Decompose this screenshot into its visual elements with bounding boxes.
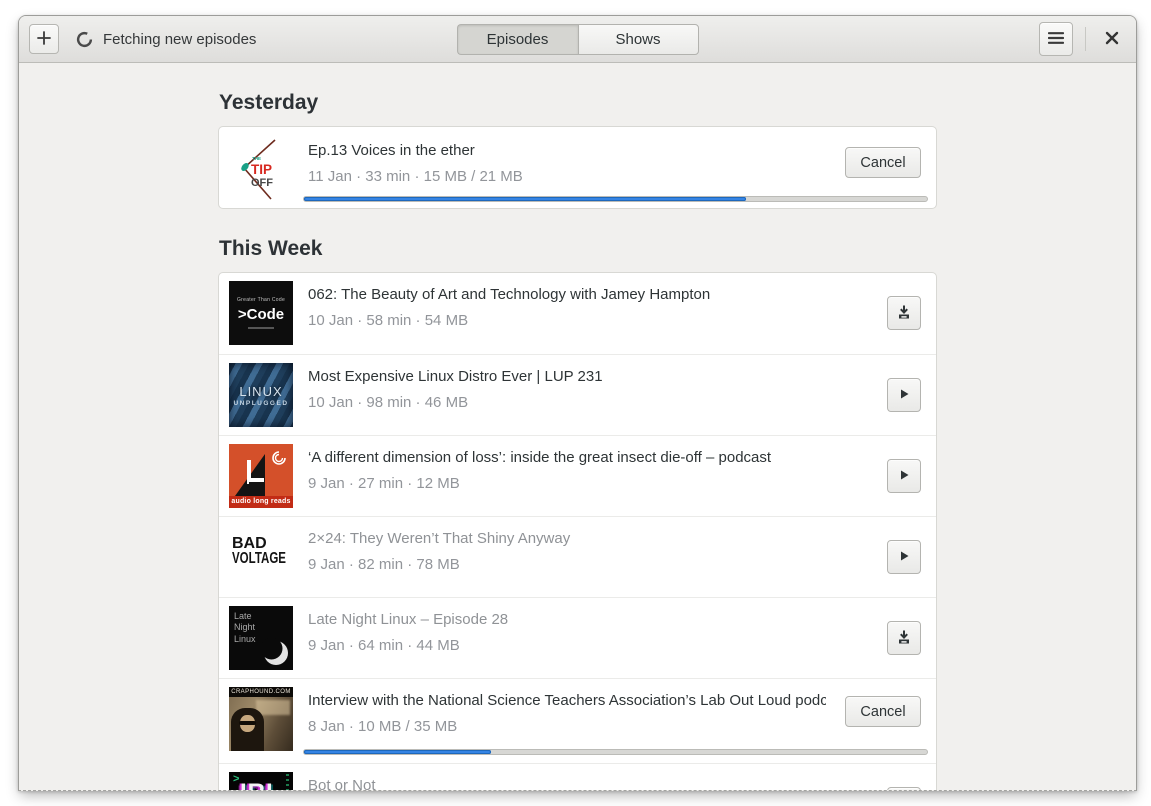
download-progress-fill [304, 197, 747, 201]
episode-row-greater-than-code[interactable]: Greater Than Code >Code 062: The Beauty … [219, 273, 936, 354]
svg-text:OFF: OFF [251, 177, 273, 189]
episode-meta: 11 Jan · 33 min · 15 MB / 21 MB [308, 168, 523, 185]
podcast-artwork-irl: > IRL [229, 772, 293, 790]
episode-title: Most Expensive Linux Distro Ever | LUP 2… [308, 368, 603, 385]
play-button[interactable] [887, 459, 921, 493]
tab-shows[interactable]: Shows [577, 24, 699, 55]
section-heading-yesterday: Yesterday [219, 91, 319, 114]
close-icon [1105, 31, 1119, 48]
episode-row-craphound[interactable]: CRAPHOUND.COM Interview with the Nationa… [219, 678, 936, 763]
episode-title: ‘A different dimension of loss’: inside … [308, 449, 772, 466]
titlebar-separator [1085, 27, 1086, 51]
play-icon [896, 548, 912, 567]
crescent-moon-icon [261, 638, 288, 665]
episode-title: 2×24: They Weren’t That Shiny Anyway [308, 530, 571, 547]
download-progress-fill [304, 750, 491, 754]
episode-title: Bot or Not [308, 777, 376, 790]
episode-row-tip-off[interactable]: THE TIP OFF Ep.13 Voices in the ether 11… [218, 126, 937, 209]
titlebar: Fetching new episodes Episodes Shows [19, 16, 1136, 63]
titlebar-right [1039, 22, 1126, 56]
download-progressbar [303, 749, 928, 755]
episode-meta: 10 Jan · 98 min · 46 MB [308, 394, 469, 411]
download-icon [896, 629, 912, 648]
download-button[interactable] [887, 296, 921, 330]
episode-meta: 9 Jan · 64 min · 44 MB [308, 637, 460, 654]
play-button[interactable] [887, 540, 921, 574]
tab-episodes[interactable]: Episodes [456, 24, 578, 55]
download-icon [896, 304, 912, 323]
cancel-download-button[interactable]: Cancel [845, 696, 921, 727]
hamburger-icon [1047, 31, 1065, 48]
episode-row-linux-unplugged[interactable]: LINUX UNPLUGGED Most Expensive Linux Dis… [219, 354, 936, 435]
download-progressbar [303, 196, 928, 202]
svg-text:THE: THE [252, 156, 261, 161]
plus-icon [36, 30, 52, 49]
menu-button[interactable] [1039, 22, 1073, 56]
podcast-artwork-the-tip-off: THE TIP OFF [229, 137, 293, 201]
podcast-artwork-linux-unplugged: LINUX UNPLUGGED [229, 363, 293, 427]
this-week-card: Greater Than Code >Code 062: The Beauty … [218, 272, 937, 790]
episode-title: Late Night Linux – Episode 28 [308, 611, 509, 628]
artwork-banner: audio long reads [229, 496, 293, 508]
app-window: Fetching new episodes Episodes Shows Yes… [18, 15, 1137, 791]
status-text: Fetching new episodes [103, 30, 257, 48]
podcast-artwork-audio-long-reads: audio long reads [229, 444, 293, 508]
spinner-icon [76, 31, 93, 48]
podcast-artwork-late-night-linux: Late Night Linux [229, 606, 293, 670]
episode-meta: 9 Jan · 82 min · 78 MB [308, 556, 460, 573]
add-podcast-button[interactable] [29, 24, 59, 54]
episode-title: 062: The Beauty of Art and Technology wi… [308, 286, 711, 303]
episode-row-bad-voltage[interactable]: BAD VOLTAGE 2×24: They Weren’t That Shin… [219, 516, 936, 597]
episode-meta: 9 Jan · 27 min · 12 MB [308, 475, 460, 492]
download-button[interactable] [887, 621, 921, 655]
episode-title: Interview with the National Science Teac… [308, 692, 826, 709]
play-icon [896, 467, 912, 486]
cancel-download-button[interactable]: Cancel [845, 147, 921, 178]
play-button[interactable] [887, 378, 921, 412]
episode-title: Ep.13 Voices in the ether [308, 142, 475, 159]
view-switcher: Episodes Shows [456, 24, 699, 55]
episodes-view: Yesterday THE TIP OFF Ep.13 Voices in th… [19, 63, 1136, 790]
episode-row-irl[interactable]: > IRL Bot or Not [219, 763, 936, 790]
svg-text:TIP: TIP [251, 162, 272, 177]
play-icon [896, 386, 912, 405]
episode-row-late-night-linux[interactable]: Late Night Linux Late Night Linux – Epis… [219, 597, 936, 678]
episode-meta: 8 Jan · 10 MB / 35 MB [308, 718, 458, 735]
close-button[interactable] [1098, 25, 1126, 53]
episode-meta: 10 Jan · 58 min · 54 MB [308, 312, 469, 329]
podcast-artwork-bad-voltage: BAD VOLTAGE [229, 525, 293, 589]
podcast-artwork-craphound: CRAPHOUND.COM [229, 687, 293, 751]
download-button[interactable] [887, 787, 921, 790]
podcast-artwork-greater-than-code: Greater Than Code >Code [229, 281, 293, 345]
episode-row-audio-long-reads[interactable]: audio long reads ‘A different dimension … [219, 435, 936, 516]
section-heading-this-week: This Week [219, 237, 323, 260]
